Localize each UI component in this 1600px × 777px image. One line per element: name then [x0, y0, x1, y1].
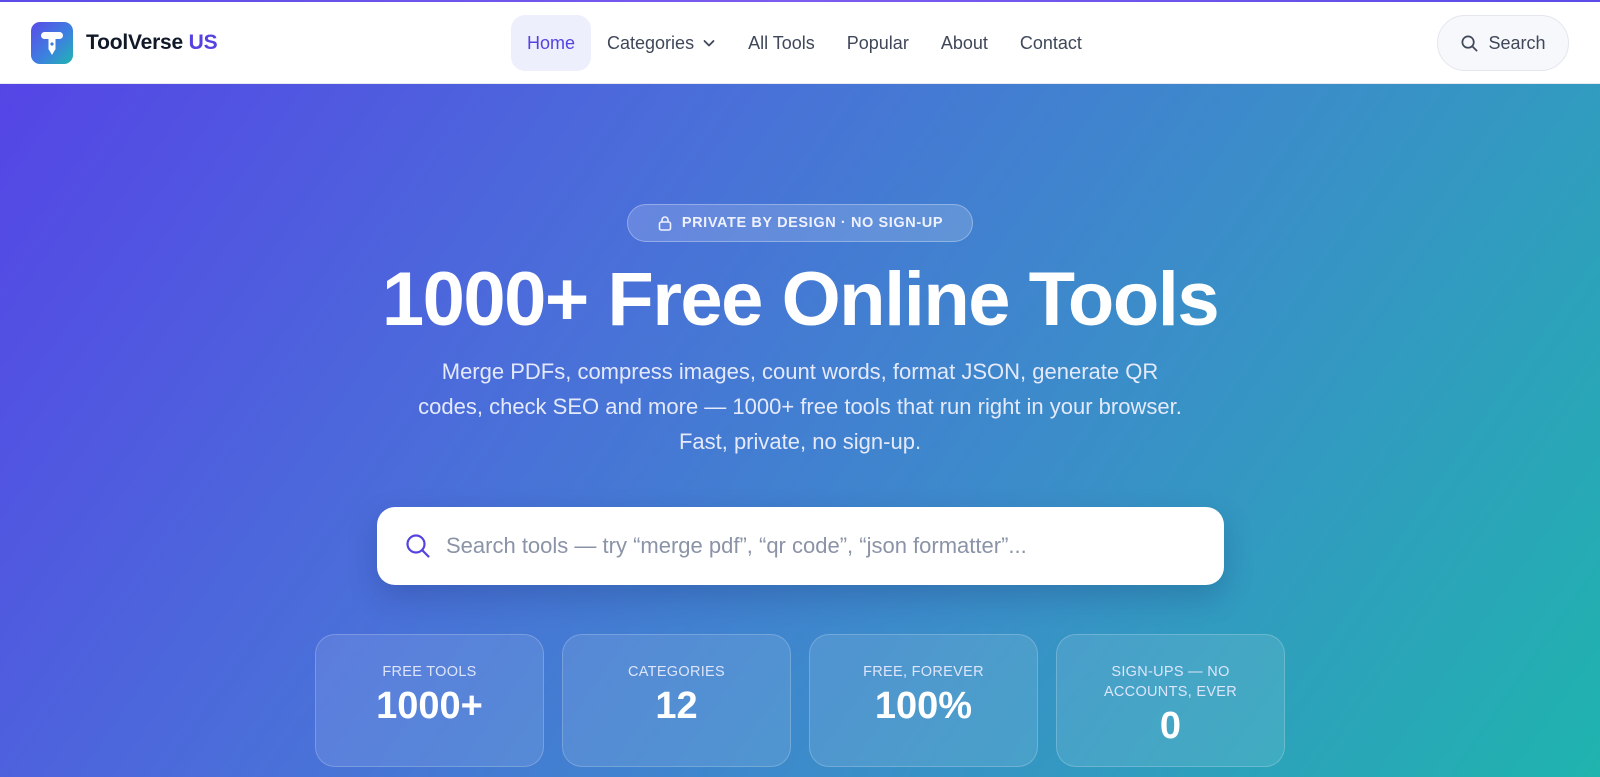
hero-subtitle-line: codes, check SEO and more — 1000+ free t…	[418, 394, 1182, 419]
hero-subtitle: Merge PDFs, compress images, count words…	[370, 354, 1230, 459]
hero-section: PRIVATE BY DESIGN · NO SIGN-UP 1000+ Fre…	[0, 84, 1600, 777]
stat-card-free-forever: FREE, FOREVER 100%	[809, 634, 1038, 767]
stat-value: 1000+	[376, 685, 483, 727]
site-header: ToolVerse US Home Categories All Tools P…	[0, 2, 1600, 84]
stat-value: 12	[655, 685, 698, 727]
nav-item-label: Contact	[1019, 32, 1082, 53]
nav-item-label: About	[940, 32, 988, 53]
stat-label: FREE, FOREVER	[863, 664, 984, 680]
stat-card-categories: CATEGORIES 12	[562, 634, 791, 767]
hero-subtitle-line: Fast, private, no sign-up.	[678, 429, 922, 454]
search-icon	[406, 534, 430, 558]
tool-search-input[interactable]	[446, 533, 1206, 559]
stat-label: FREE TOOLS	[382, 664, 477, 680]
brand-name-text: ToolVerse	[86, 31, 184, 54]
stat-value: 100%	[874, 685, 973, 727]
brand-name-accent: US	[188, 31, 218, 54]
search-icon	[1461, 35, 1478, 51]
nav-item-label: Home	[527, 32, 576, 53]
nav-item-label: Categories	[607, 32, 695, 53]
privacy-badge-text: PRIVATE BY DESIGN · NO SIGN-UP	[681, 215, 944, 231]
nav-item-categories[interactable]: Categories	[591, 15, 732, 71]
nav-item-about[interactable]: About	[925, 15, 1004, 71]
header-search-label: Search	[1488, 32, 1546, 53]
nav-item-home[interactable]: Home	[511, 15, 592, 71]
nav-item-label: All Tools	[748, 32, 815, 53]
stat-label: CATEGORIES	[628, 664, 725, 680]
brand-logo-link[interactable]: ToolVerse US	[31, 22, 218, 64]
nav-item-label: Popular	[846, 32, 909, 53]
header-search-button[interactable]: Search	[1437, 15, 1569, 71]
hero-subtitle-line: Merge PDFs, compress images, count words…	[441, 359, 1159, 384]
main-nav: Home Categories All Tools Popular About …	[511, 15, 1098, 71]
brand-name: ToolVerse US	[86, 31, 218, 55]
tool-search-box[interactable]	[377, 507, 1224, 585]
lock-icon	[658, 216, 672, 231]
nav-item-popular[interactable]: Popular	[831, 15, 925, 71]
hero-title: 1000+ Free Online Tools	[381, 257, 1220, 342]
privacy-badge: PRIVATE BY DESIGN · NO SIGN-UP	[627, 204, 973, 242]
pen-tool-icon	[31, 22, 73, 64]
nav-item-contact[interactable]: Contact	[1004, 15, 1098, 71]
chevron-down-icon	[702, 36, 716, 50]
stat-value: 0	[1159, 705, 1182, 747]
nav-item-all-tools[interactable]: All Tools	[732, 15, 831, 71]
stat-label: SIGN-UPS — NO ACCOUNTS, EVER	[1103, 664, 1238, 700]
stat-card-free-tools: FREE TOOLS 1000+	[315, 634, 544, 767]
stat-card-sign-ups: SIGN-UPS — NO ACCOUNTS, EVER 0	[1056, 634, 1285, 767]
stats-row: FREE TOOLS 1000+ CATEGORIES 12 FREE, FOR…	[315, 634, 1285, 767]
